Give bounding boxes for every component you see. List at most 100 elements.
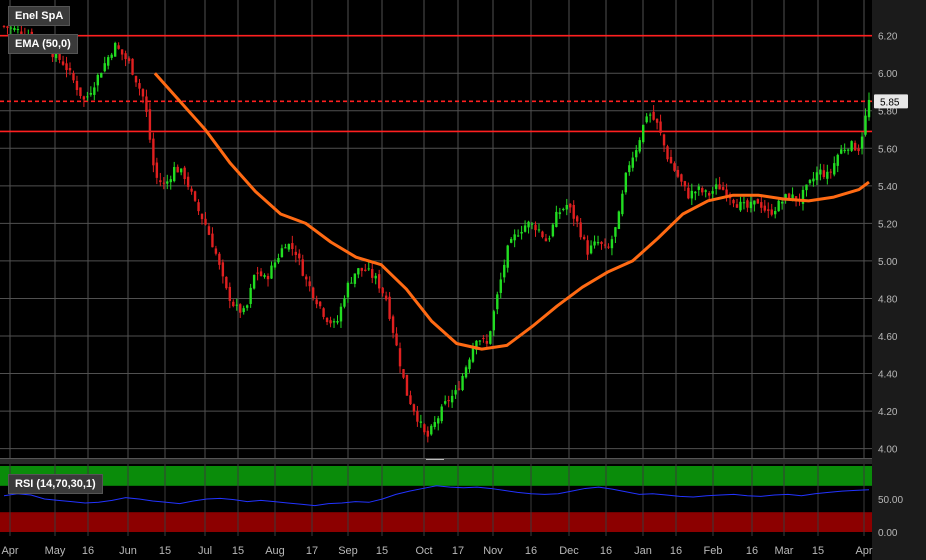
rsi-chart[interactable]: 50.00 0.00 Apr May 16 Jun 15 Jul 15 Aug 17 Sep 15 Oct… [0,464,926,560]
rsi-band [0,512,872,532]
candle-body [746,200,749,208]
rsi-y-tick-label: 0.00 [878,528,898,539]
candle-body [621,193,624,215]
candle-body [739,201,742,211]
candle-body [732,199,735,204]
candle-body [329,320,332,324]
candle-body [148,109,152,140]
candle-body [666,146,669,160]
rsi-label: RSI (14,70,30,1) [8,474,103,494]
candle-body [384,295,388,300]
candle-body [141,89,145,97]
candle-body [16,28,20,30]
candle-body [280,248,284,258]
candle-body [516,235,520,237]
candle-body [138,83,141,89]
candle-body [714,184,718,189]
candle-body [322,308,325,317]
y-tick-label: 5.00 [878,257,898,268]
candle-body [9,27,13,29]
price-chart[interactable]: 6.20 6.00 5.80 5.60 5.40 5.20 5.00 4.80 4.60 4.40… [0,0,926,458]
chart-title: Enel SpA [8,6,71,26]
candle-body [447,400,450,402]
candle-body [846,149,850,151]
candle-body [371,269,374,278]
candle-body [711,191,714,194]
candle-body [298,253,301,259]
candle-body [433,422,436,427]
candle-body [819,169,822,175]
candle-body [89,92,93,95]
candle-body [377,274,381,289]
candle-body [61,61,65,65]
candle-body [694,191,697,194]
candle-body [100,73,103,78]
candle-body [513,234,516,241]
candle-body [562,208,565,210]
candle-body [200,213,204,220]
candle-body [607,246,610,248]
x-tick-label: Jun [119,545,137,557]
candle-body [152,138,155,166]
candle-body [350,282,353,284]
candle-body [409,395,412,405]
candle-body [454,390,457,395]
candle-body [718,184,721,190]
x-tick-label: Feb [704,545,723,557]
candle-body [624,172,628,193]
candle-body [655,118,659,123]
candle-body [107,57,110,66]
x-tick-label: Aug [265,545,285,557]
x-tick-label: 16 [525,545,537,557]
candle-body [523,225,527,232]
x-tick-label: 16 [82,545,94,557]
candle-body [214,248,218,254]
candle-body [437,418,440,424]
candle-body [648,114,652,116]
x-tick-label: 15 [376,545,388,557]
y-tick-label: 5.60 [878,144,898,155]
candle-body [468,359,471,370]
y-tick-label: 6.00 [878,69,898,80]
candle-body [186,176,190,187]
candle-body [836,154,839,166]
candle-body [412,404,416,412]
candle-body [617,211,621,229]
candle-body [51,53,54,58]
candle-body [464,367,468,378]
candle-body [402,369,405,378]
candle-body [353,273,357,284]
candle-body [169,179,172,183]
x-tick-label: Jul [198,545,212,557]
candle-body [774,210,777,215]
candle-body [600,241,603,245]
candle-body [721,187,725,190]
y-tick-label: 4.80 [878,294,898,305]
candle-body [134,75,138,83]
candle-body [683,181,687,187]
x-tick-label: 17 [306,545,318,557]
candle-body [263,275,266,277]
candle-body [687,187,690,199]
candle-body [833,163,836,175]
candle-body [826,171,829,179]
candle-body [551,224,555,237]
candle-body [586,240,589,255]
x-tick-label: Apr [1,545,18,557]
candle-body [850,141,853,151]
x-tick-label: Apr [855,545,872,557]
y-tick-label: 5.80 [878,107,898,118]
candle-body [430,425,433,435]
candle-body [381,287,384,294]
candle-body [179,168,183,173]
candle-body [756,199,760,204]
candle-body [572,204,575,219]
candle-body [103,63,106,72]
candle-body [443,401,447,404]
candle-body [273,262,277,268]
y-tick-label: 4.40 [878,370,898,381]
x-tick-label: Dec [559,545,579,557]
candle-body [603,244,607,246]
x-tick-label: 15 [159,545,171,557]
ema-label: EMA (50,0) [8,34,78,54]
